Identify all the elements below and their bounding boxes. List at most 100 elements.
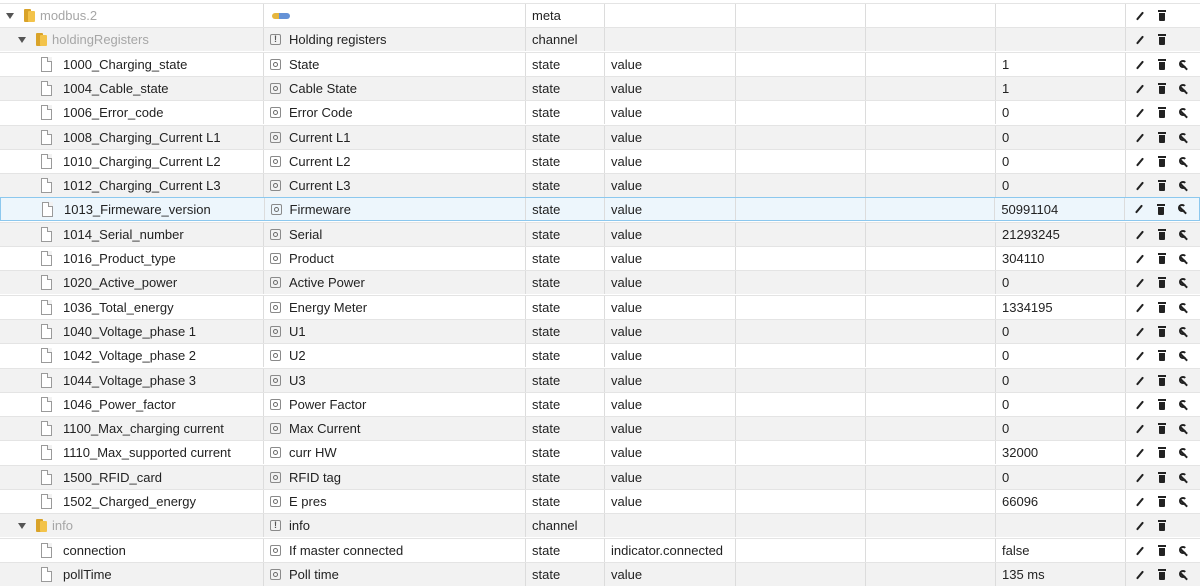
settings-button[interactable] bbox=[1176, 445, 1192, 461]
settings-button[interactable] bbox=[1176, 251, 1192, 267]
settings-button[interactable] bbox=[1176, 543, 1192, 559]
edit-button[interactable] bbox=[1132, 105, 1148, 121]
tree-row[interactable]: 1004_Cable_state Cable State state value 1 bbox=[0, 76, 1200, 100]
object-value-cell[interactable]: 1 bbox=[996, 77, 1126, 100]
edit-button[interactable] bbox=[1132, 373, 1148, 389]
edit-button[interactable] bbox=[1132, 324, 1148, 340]
edit-button[interactable] bbox=[1132, 421, 1148, 437]
object-value-cell[interactable]: 0 bbox=[996, 417, 1126, 440]
delete-button[interactable] bbox=[1154, 518, 1170, 534]
edit-button[interactable] bbox=[1132, 178, 1148, 194]
delete-button[interactable] bbox=[1154, 470, 1170, 486]
object-value-cell[interactable]: 21293245 bbox=[996, 223, 1126, 246]
edit-button[interactable] bbox=[1131, 201, 1147, 217]
delete-button[interactable] bbox=[1154, 421, 1170, 437]
object-value-cell[interactable]: 0 bbox=[996, 150, 1126, 173]
delete-button[interactable] bbox=[1153, 201, 1169, 217]
tree-row[interactable]: 1502_Charged_energy E pres state value 66096 bbox=[0, 489, 1200, 513]
settings-button[interactable] bbox=[1176, 130, 1192, 146]
delete-button[interactable] bbox=[1154, 348, 1170, 364]
edit-button[interactable] bbox=[1132, 567, 1148, 583]
delete-button[interactable] bbox=[1154, 105, 1170, 121]
settings-button[interactable] bbox=[1176, 324, 1192, 340]
delete-button[interactable] bbox=[1154, 32, 1170, 48]
expand-toggle-icon[interactable] bbox=[6, 13, 14, 19]
object-value-cell[interactable]: 50991104 bbox=[995, 198, 1126, 220]
settings-button[interactable] bbox=[1176, 348, 1192, 364]
object-value-cell[interactable]: 1334195 bbox=[996, 296, 1126, 319]
tree-row[interactable]: 1040_Voltage_phase 1 U1 state value 0 bbox=[0, 319, 1200, 343]
edit-button[interactable] bbox=[1132, 57, 1148, 73]
tree-row[interactable]: 1014_Serial_number Serial state value 212932… bbox=[0, 222, 1200, 246]
delete-button[interactable] bbox=[1154, 275, 1170, 291]
object-value-cell[interactable]: 0 bbox=[996, 271, 1126, 294]
delete-button[interactable] bbox=[1154, 324, 1170, 340]
settings-button[interactable] bbox=[1176, 178, 1192, 194]
object-value-cell[interactable]: 304110 bbox=[996, 247, 1126, 270]
object-value-cell[interactable]: 0 bbox=[996, 101, 1126, 124]
tree-row[interactable]: 1016_Product_type Product state value 304110 bbox=[0, 246, 1200, 270]
tree-row[interactable]: 1500_RFID_card RFID tag state value 0 bbox=[0, 465, 1200, 489]
edit-button[interactable] bbox=[1132, 275, 1148, 291]
settings-button[interactable] bbox=[1176, 397, 1192, 413]
tree-row[interactable]: holdingRegisters! Holding registers channe… bbox=[0, 27, 1200, 51]
tree-row[interactable]: connection If master connected state indica… bbox=[0, 538, 1200, 562]
tree-row[interactable]: modbus.2 meta bbox=[0, 3, 1200, 27]
tree-row[interactable]: 1013_Firmeware_version Firmeware state valu… bbox=[0, 197, 1200, 221]
edit-button[interactable] bbox=[1132, 494, 1148, 510]
object-value-cell[interactable] bbox=[996, 4, 1126, 27]
edit-button[interactable] bbox=[1132, 154, 1148, 170]
settings-button[interactable] bbox=[1175, 201, 1191, 217]
object-value-cell[interactable]: 135 ms bbox=[996, 563, 1126, 586]
edit-button[interactable] bbox=[1132, 8, 1148, 24]
expand-toggle-icon[interactable] bbox=[18, 37, 26, 43]
edit-button[interactable] bbox=[1132, 32, 1148, 48]
edit-button[interactable] bbox=[1132, 130, 1148, 146]
edit-button[interactable] bbox=[1132, 81, 1148, 97]
delete-button[interactable] bbox=[1154, 251, 1170, 267]
edit-button[interactable] bbox=[1132, 470, 1148, 486]
delete-button[interactable] bbox=[1154, 8, 1170, 24]
settings-button[interactable] bbox=[1176, 81, 1192, 97]
settings-button[interactable] bbox=[1176, 275, 1192, 291]
tree-row[interactable]: 1046_Power_factor Power Factor state value 0 bbox=[0, 392, 1200, 416]
settings-button[interactable] bbox=[1176, 567, 1192, 583]
delete-button[interactable] bbox=[1154, 300, 1170, 316]
edit-button[interactable] bbox=[1132, 300, 1148, 316]
tree-row[interactable]: info! info channel bbox=[0, 513, 1200, 537]
delete-button[interactable] bbox=[1154, 543, 1170, 559]
expand-toggle-icon[interactable] bbox=[18, 523, 26, 529]
delete-button[interactable] bbox=[1154, 445, 1170, 461]
delete-button[interactable] bbox=[1154, 494, 1170, 510]
object-value-cell[interactable]: 0 bbox=[996, 320, 1126, 343]
settings-button[interactable] bbox=[1176, 300, 1192, 316]
tree-row[interactable]: 1020_Active_power Active Power state value 0 bbox=[0, 270, 1200, 294]
delete-button[interactable] bbox=[1154, 227, 1170, 243]
tree-row[interactable]: pollTime Poll time state value 135 ms bbox=[0, 562, 1200, 586]
object-value-cell[interactable]: 0 bbox=[996, 174, 1126, 197]
edit-button[interactable] bbox=[1132, 445, 1148, 461]
tree-row[interactable]: 1110_Max_supported current curr HW state va… bbox=[0, 440, 1200, 464]
delete-button[interactable] bbox=[1154, 154, 1170, 170]
delete-button[interactable] bbox=[1154, 373, 1170, 389]
edit-button[interactable] bbox=[1132, 543, 1148, 559]
edit-button[interactable] bbox=[1132, 518, 1148, 534]
tree-row[interactable]: 1000_Charging_state State state value 1 bbox=[0, 52, 1200, 76]
settings-button[interactable] bbox=[1176, 373, 1192, 389]
tree-row[interactable]: 1042_Voltage_phase 2 U2 state value 0 bbox=[0, 343, 1200, 367]
object-value-cell[interactable]: 66096 bbox=[996, 490, 1126, 513]
edit-button[interactable] bbox=[1132, 227, 1148, 243]
delete-button[interactable] bbox=[1154, 178, 1170, 194]
delete-button[interactable] bbox=[1154, 567, 1170, 583]
object-value-cell[interactable]: 0 bbox=[996, 393, 1126, 416]
delete-button[interactable] bbox=[1154, 81, 1170, 97]
settings-button[interactable] bbox=[1176, 470, 1192, 486]
tree-row[interactable]: 1010_Charging_Current L2 Current L2 state v… bbox=[0, 149, 1200, 173]
object-value-cell[interactable]: 0 bbox=[996, 466, 1126, 489]
delete-button[interactable] bbox=[1154, 57, 1170, 73]
edit-button[interactable] bbox=[1132, 397, 1148, 413]
object-value-cell[interactable]: 1 bbox=[996, 53, 1126, 76]
tree-row[interactable]: 1012_Charging_Current L3 Current L3 state v… bbox=[0, 173, 1200, 197]
tree-row[interactable]: 1100_Max_charging current Max Current stat… bbox=[0, 416, 1200, 440]
delete-button[interactable] bbox=[1154, 397, 1170, 413]
